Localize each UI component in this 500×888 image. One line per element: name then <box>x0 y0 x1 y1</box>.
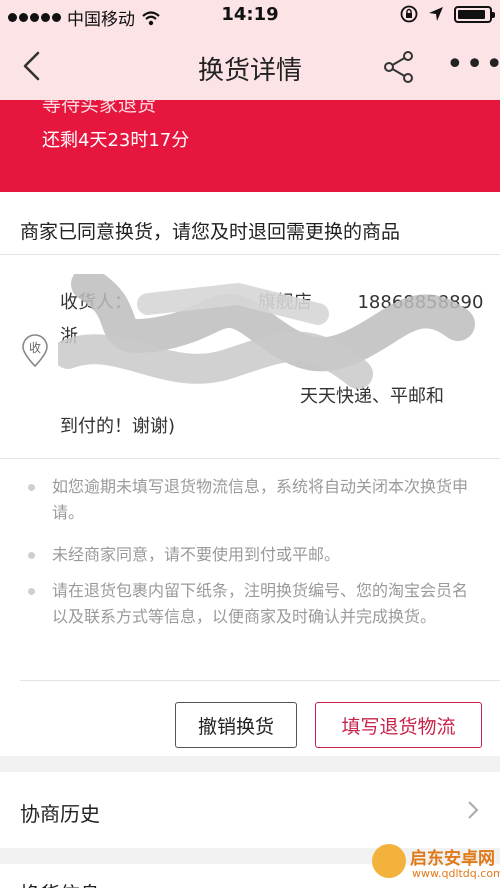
divider <box>0 458 500 459</box>
divider <box>20 680 500 681</box>
location-pin-icon: 收 <box>22 334 48 368</box>
tip-text: 请在退货包裹内留下纸条，注明换货编号、您的淘宝会员名以及联系方式等信息，以便商家… <box>52 581 469 626</box>
status-bar: 中国移动 14:19 <box>0 0 500 32</box>
tip-text: 未经商家同意，请不要使用到付或平邮。 <box>52 545 341 564</box>
receiver-phone: 18868858890 <box>357 292 484 313</box>
more-icon[interactable]: ••• <box>446 50 500 80</box>
back-icon[interactable] <box>16 48 52 84</box>
exchange-card: 商家已同意换货，请您及时退回需更换的商品 收 收货人： 旗舰店 18868858… <box>0 192 500 756</box>
battery-level <box>458 9 485 19</box>
cancel-exchange-button[interactable]: 撤销换货 <box>175 702 297 748</box>
chevron-right-icon <box>468 801 479 819</box>
address-line: 浙 <box>60 326 78 347</box>
share-icon[interactable] <box>380 48 418 86</box>
negotiation-history-row[interactable]: 协商历史 <box>0 772 500 848</box>
countdown-text: 还剩4天23时17分 <box>42 130 190 151</box>
watermark-name: 启东安卓网 <box>410 849 495 869</box>
return-address: 收 收货人： 旗舰店 18868858890 浙 天天快递、平邮和 到付的！谢谢… <box>0 254 500 450</box>
address-note-end: 到付的！谢谢) <box>60 416 176 437</box>
watermark: 启东安卓网 www.qdltdq.com <box>372 842 500 888</box>
tip-text: 如您逾期未填写退货物流信息，系统将自动关闭本次换货申请。 <box>52 477 469 522</box>
bullet <box>28 484 35 491</box>
status-right <box>400 5 495 23</box>
battery-icon <box>454 5 495 23</box>
notice-text: 商家已同意换货，请您及时退回需更换的商品 <box>20 221 401 243</box>
receiver-line: 收货人： 旗舰店 18868858890 <box>60 288 483 314</box>
watermark-url: www.qdltdq.com <box>412 867 500 880</box>
location-arrow-icon <box>429 7 443 21</box>
rotation-lock-icon <box>400 5 418 23</box>
status-banner: 等待买家退货 还剩4天23时17分 <box>0 100 500 192</box>
receiver-label: 收货人： <box>60 292 132 313</box>
bullet <box>28 552 35 559</box>
bullet <box>28 588 35 595</box>
page-title: 换货详情 <box>197 56 302 86</box>
nav-bar: 换货详情 ••• <box>0 32 500 100</box>
watermark-logo-icon <box>372 844 406 878</box>
shop-name: 旗舰店 <box>257 292 312 313</box>
banner-title: 等待买家退货 <box>42 100 157 116</box>
address-note-line: 天天快递、平邮和 <box>300 386 444 407</box>
history-label: 协商历史 <box>20 802 100 826</box>
pin-label: 收 <box>29 341 41 355</box>
exchange-info-label: 换货信息 <box>20 878 100 888</box>
fill-return-logistics-button[interactable]: 填写退货物流 <box>315 702 482 748</box>
